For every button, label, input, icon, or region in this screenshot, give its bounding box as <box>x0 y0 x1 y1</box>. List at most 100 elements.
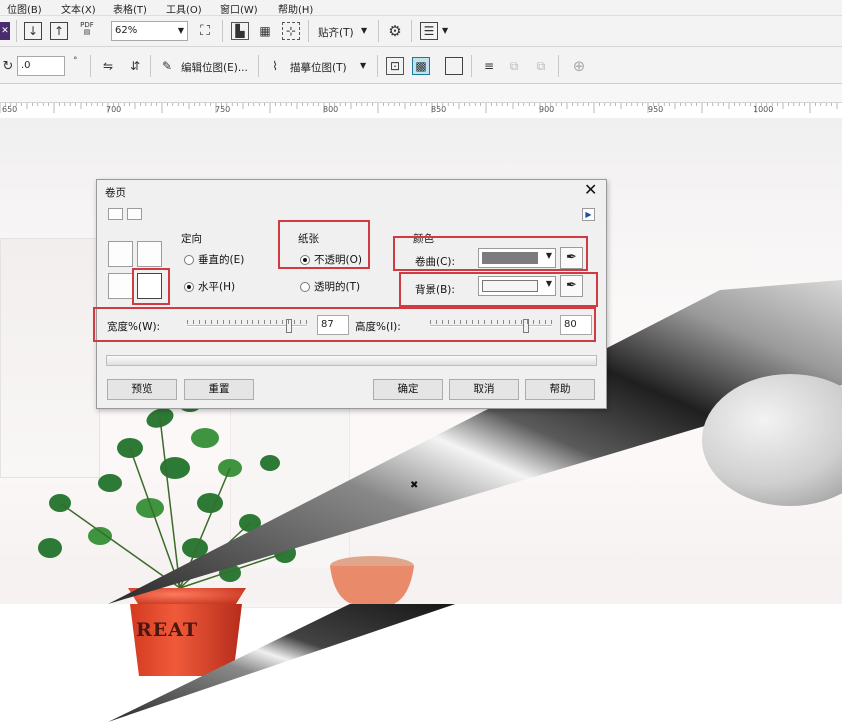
degree-icon: ° <box>73 56 78 66</box>
rotation-angle-field[interactable]: .0 <box>17 56 65 76</box>
expand-arrow-icon[interactable]: ▶ <box>582 208 595 221</box>
curl-color-picker[interactable]: ▼ <box>478 248 556 268</box>
page-curl-dialog: 卷页 ✕ ▶ 定向 垂直的(E) 水平(H) 纸张 不透明(O) 透明的(T) … <box>93 179 607 409</box>
slider-tick <box>300 320 302 324</box>
show-rulers-icon[interactable]: ▙ <box>231 22 249 40</box>
slider-tick <box>258 320 260 324</box>
slider-tick <box>472 320 474 324</box>
slider-tick <box>252 320 254 324</box>
slider-tick <box>448 320 450 324</box>
show-grid-icon[interactable]: ▦ <box>256 22 274 40</box>
single-preview-icon[interactable] <box>127 208 142 220</box>
chevron-down-icon[interactable]: ▼ <box>442 26 448 35</box>
height-slider-thumb[interactable] <box>522 319 529 333</box>
curl-color-swatch <box>482 252 538 264</box>
slider-tick <box>270 320 272 324</box>
progress-bar <box>106 355 597 366</box>
menu-text[interactable]: 文本(X) <box>61 1 96 16</box>
snap-to-dropdown[interactable]: 贴齐(T) <box>318 25 354 40</box>
background-eyedropper-icon[interactable]: ✒ <box>560 275 583 297</box>
chevron-down-icon[interactable]: ▼ <box>360 61 366 70</box>
slider-tick <box>204 320 206 324</box>
horizontal-ruler: 650 700 750 800 850 900 950 1000 <box>0 84 842 120</box>
ruler-label: 900 <box>539 105 555 114</box>
ruler-label: 1000 <box>753 105 774 114</box>
slider-tick <box>288 320 290 324</box>
mirror-horizontal-icon[interactable]: ⇋ <box>99 57 117 75</box>
curl-eyedropper-icon[interactable]: ✒ <box>560 247 583 269</box>
slider-tick <box>520 320 522 324</box>
height-label: 高度%(I): <box>355 321 401 333</box>
horizontal-radio[interactable] <box>184 282 194 292</box>
cancel-button[interactable]: 取消 <box>449 379 519 400</box>
slider-tick <box>198 320 200 324</box>
preview-button[interactable]: 预览 <box>107 379 177 400</box>
transparent-label: 透明的(T) <box>314 281 361 293</box>
svg-text:✖: ✖ <box>410 480 418 491</box>
height-value-field[interactable]: 80 <box>560 315 592 335</box>
group-icon: ⧉ <box>509 58 519 73</box>
menu-bar: 位图(B) 文本(X) 表格(T) 工具(O) 窗口(W) 帮助(H) <box>0 0 842 16</box>
slider-tick <box>216 320 218 324</box>
ruler-label: 950 <box>648 105 664 114</box>
background-color-label: 背景(B): <box>415 284 455 296</box>
opaque-label: 不透明(O) <box>314 254 362 266</box>
corner-top-left-icon[interactable] <box>108 241 133 267</box>
corner-top-right-icon[interactable] <box>137 241 162 267</box>
ruler-label: 650 <box>2 105 18 114</box>
width-value-field[interactable]: 87 <box>317 315 349 335</box>
crop-bitmap-icon[interactable]: ⊡ <box>386 57 404 75</box>
ruler-label: 700 <box>106 105 122 114</box>
trace-bitmap-icon[interactable]: ⌇ <box>266 57 284 75</box>
corner-bottom-left-icon[interactable] <box>108 273 133 299</box>
chevron-down-icon[interactable]: ▼ <box>361 26 367 35</box>
add-icon[interactable]: ⊕ <box>570 57 588 75</box>
text-wrap-icon[interactable]: ≡ <box>480 57 498 75</box>
background-color-picker[interactable]: ▼ <box>478 276 556 296</box>
dual-preview-icon[interactable] <box>108 208 123 220</box>
app-logo-icon: ✕ <box>0 22 10 40</box>
height-slider[interactable] <box>430 319 552 333</box>
full-screen-icon[interactable]: ⛶ <box>196 22 214 40</box>
bounding-box-icon[interactable] <box>445 57 463 75</box>
menu-tools[interactable]: 工具(O) <box>166 1 202 16</box>
width-slider-thumb[interactable] <box>286 319 293 333</box>
trace-bitmap-button[interactable]: 描摹位图(T) <box>290 60 347 75</box>
slider-tick <box>234 320 236 324</box>
chevron-down-icon[interactable]: ▼ <box>546 279 552 288</box>
mirror-vertical-icon[interactable]: ⇵ <box>126 57 144 75</box>
slider-tick <box>490 320 492 324</box>
menu-bitmap[interactable]: 位图(B) <box>7 1 42 16</box>
vertical-label: 垂直的(E) <box>198 254 245 266</box>
menu-table[interactable]: 表格(T) <box>113 1 147 16</box>
publish-pdf-icon[interactable]: PDF ▤ <box>78 20 96 38</box>
width-slider[interactable] <box>187 319 307 333</box>
chevron-down-icon[interactable]: ▼ <box>546 251 552 260</box>
reset-button[interactable]: 重置 <box>184 379 254 400</box>
menu-help[interactable]: 帮助(H) <box>278 1 313 16</box>
slider-tick <box>276 320 278 324</box>
vertical-radio[interactable] <box>184 255 194 265</box>
launcher-icon[interactable]: ☰ <box>420 22 438 40</box>
slider-tick <box>538 320 540 324</box>
transparent-radio[interactable] <box>300 282 310 292</box>
slider-tick <box>466 320 468 324</box>
help-button[interactable]: 帮助 <box>525 379 595 400</box>
close-icon[interactable]: ✕ <box>584 180 597 199</box>
opaque-radio[interactable] <box>300 255 310 265</box>
resample-icon[interactable]: ▩ <box>412 57 430 75</box>
edit-bitmap-button[interactable]: 编辑位图(E)... <box>181 60 248 75</box>
show-guidelines-icon[interactable]: ⊹ <box>282 22 300 40</box>
import-icon[interactable]: ↓ <box>24 22 42 40</box>
ok-button[interactable]: 确定 <box>373 379 443 400</box>
slider-tick <box>514 320 516 324</box>
slider-tick <box>436 320 438 324</box>
slider-tick <box>294 320 296 324</box>
edit-bitmap-icon[interactable]: ✎ <box>158 57 176 75</box>
rotation-value: .0 <box>21 60 31 71</box>
export-icon[interactable]: ↑ <box>50 22 68 40</box>
chevron-down-icon[interactable]: ▼ <box>178 22 184 40</box>
menu-window[interactable]: 窗口(W) <box>220 1 258 16</box>
settings-gear-icon[interactable]: ⚙ <box>386 22 404 40</box>
zoom-level-field[interactable]: 62% ▼ <box>111 21 188 41</box>
